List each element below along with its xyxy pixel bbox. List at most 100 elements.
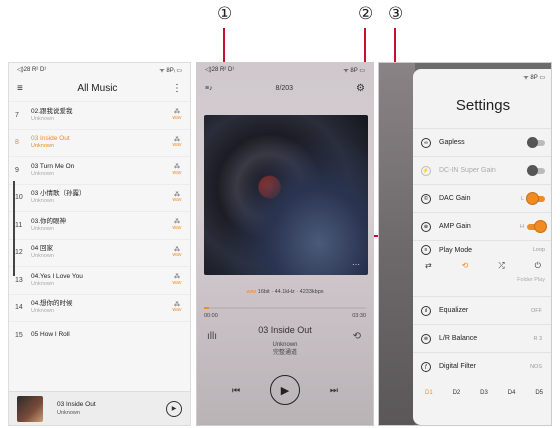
dac-icon: ©	[421, 193, 431, 204]
play-mode-row: ≡ Play Mode Loop ⇄ ⟲ ⤮ ⏻ Folder Play	[413, 240, 551, 296]
dac-label: DAC Gain	[439, 195, 471, 202]
track-title: 03 Turn Me On	[31, 162, 75, 170]
amp-gain-row[interactable]: ⊕ AMP Gain H	[413, 212, 551, 240]
track-artist: Unknown	[31, 170, 54, 177]
play-mode-value: Loop	[532, 247, 545, 253]
lr-balance-label: L/R Balance	[439, 335, 478, 342]
dcin-label: DC-IN Super Gain	[439, 167, 496, 174]
filter-option[interactable]: D2	[453, 390, 461, 396]
play-icon: ▶	[280, 384, 290, 397]
shuffle-icon[interactable]: ⤮	[498, 261, 504, 271]
gapless-label: Gapless	[439, 139, 465, 146]
page-title: All Music	[77, 82, 118, 94]
digital-filter-row[interactable]: ƒ Digital Filter NOS	[413, 352, 551, 380]
progress-bar[interactable]	[204, 307, 366, 309]
amp-icon: ⊕	[421, 221, 431, 232]
status-right: ᯤ 8Pᵢ ▭	[159, 68, 182, 74]
mini-album-art[interactable]	[17, 395, 43, 422]
lr-balance-row[interactable]: ⊜ L/R Balance R 3	[413, 324, 551, 352]
filter-options: D1 D2 D3 D4 D5	[413, 380, 551, 396]
track-artist: Unknown	[31, 253, 54, 260]
track-row[interactable]: 11 03.你的眼神 Unknown ⁂ wav	[9, 211, 190, 239]
filter-option[interactable]: D4	[508, 390, 516, 396]
equalizer-row[interactable]: ıl Equalizer OFF	[413, 296, 551, 324]
callout-2: ②	[358, 4, 374, 24]
mini-artist: Unknown	[57, 410, 80, 417]
track-artist: Unknown	[31, 308, 54, 315]
track-title: 03 Inside Out	[31, 135, 70, 143]
loop-icon[interactable]: ⟲	[462, 261, 469, 271]
track-row[interactable]: 10 03 小情歌（孙露） Unknown ⁂ wav	[9, 183, 190, 212]
track-row[interactable]: 9 03 Turn Me On Unknown ⁂ wav	[9, 156, 190, 184]
track-row[interactable]: 7 02.跟我说爱我 Unknown ⁂ wav	[9, 101, 190, 129]
status-right: ᯤ 8P ▭	[343, 68, 365, 74]
folder-play-icon[interactable]: ⏻	[535, 261, 541, 271]
mini-title: 03 Inside Out	[57, 400, 96, 408]
prev-icon[interactable]: ⏮	[232, 385, 240, 396]
menu-icon[interactable]: ≡	[17, 83, 23, 94]
track-artist: Unknown	[31, 143, 54, 150]
filter-option[interactable]: D1	[425, 390, 433, 396]
album-art[interactable]: ···	[204, 115, 368, 275]
format-badge: wav	[172, 142, 182, 149]
play-mode-label: Play Mode	[439, 246, 473, 254]
track-row[interactable]: 12 04 回家 Unknown ⁂ wav	[9, 238, 190, 267]
equalizer-icon: ıl	[421, 305, 431, 316]
amp-toggle[interactable]	[527, 220, 546, 232]
library-header: ≡ All Music ⋮	[9, 75, 190, 101]
more-icon[interactable]: ⋮	[172, 83, 182, 94]
track-number: 14	[15, 304, 23, 312]
track-title: 02.跟我说爱我	[31, 107, 73, 115]
track-title: 03.你的眼神	[31, 217, 67, 225]
now-playing-artist: Unknown	[272, 342, 298, 348]
play-button[interactable]: ▶	[269, 375, 300, 405]
dac-toggle[interactable]	[527, 192, 545, 204]
filter-option[interactable]: D5	[535, 390, 543, 396]
now-playing-album: 完整通道	[272, 350, 297, 357]
playback-controls: ⏮ ▶ ⏭	[197, 375, 373, 405]
track-row[interactable]: 14 04.想你的时候 Unknown ⁂ wav	[9, 293, 190, 322]
equalizer-label: Equalizer	[439, 307, 469, 314]
track-artist: Unknown	[31, 115, 54, 122]
track-row[interactable]: 15 05 How I Roll	[9, 321, 190, 349]
track-artist: Unknown	[31, 280, 54, 287]
track-row[interactable]: 13 04.Yes I Love You Unknown ⁂ wav	[9, 266, 190, 294]
track-artist: Unknown	[31, 225, 54, 232]
status-bar: ◁)28 R² D¹ ᯤ 8Pᵢ ▭	[9, 63, 190, 75]
dac-gain-row[interactable]: © DAC Gain L	[413, 184, 551, 212]
dimmed-background[interactable]	[379, 63, 415, 425]
progress-fill	[204, 307, 209, 309]
play-icon: ▶	[171, 406, 177, 412]
gapless-toggle[interactable]	[527, 136, 545, 148]
track-row[interactable]: 8 03 Inside Out Unknown ⁂ wav	[9, 128, 190, 157]
filter-option[interactable]: D3	[480, 390, 488, 396]
dcin-row[interactable]: ⚡ DC-IN Super Gain	[413, 156, 551, 184]
settings-icon[interactable]: ⚙	[356, 83, 365, 94]
settings-title: Settings	[455, 97, 511, 114]
status-left: ◁)28 R² D¹	[17, 67, 47, 73]
next-icon[interactable]: ⏭	[330, 385, 338, 396]
play-mode-icon: ≡	[421, 245, 431, 255]
track-number: 15	[15, 331, 23, 339]
format-badge: wav	[172, 169, 182, 176]
track-title: 05 How I Roll	[31, 331, 70, 339]
sequential-icon[interactable]: ⇄	[425, 261, 432, 271]
dcin-toggle[interactable]	[527, 164, 545, 176]
format-badge: wav	[172, 224, 182, 231]
mini-play-button[interactable]: ▶	[166, 400, 182, 417]
time-current: 00:00	[204, 313, 218, 319]
settings-drawer: ᯤ 8P ▭ Settings ∞ Gapless ⚡ DC-IN Super …	[413, 69, 551, 425]
queue-icon[interactable]: ≡♪	[205, 85, 213, 92]
equalizer-value: OFF	[531, 307, 542, 314]
balance-icon: ⊜	[421, 333, 431, 344]
more-icon[interactable]: ···	[352, 260, 360, 269]
gapless-row[interactable]: ∞ Gapless	[413, 128, 551, 156]
mini-player[interactable]: 03 Inside Out Unknown ▶	[9, 391, 190, 425]
track-number: 11	[15, 221, 23, 229]
scrollbar[interactable]	[13, 181, 15, 276]
gapless-icon: ∞	[421, 137, 431, 148]
status-right: ᯤ 8P ▭	[523, 75, 545, 81]
track-number: 7	[15, 111, 19, 119]
track-artist: Unknown	[31, 198, 54, 205]
callout-3: ③	[388, 4, 404, 24]
